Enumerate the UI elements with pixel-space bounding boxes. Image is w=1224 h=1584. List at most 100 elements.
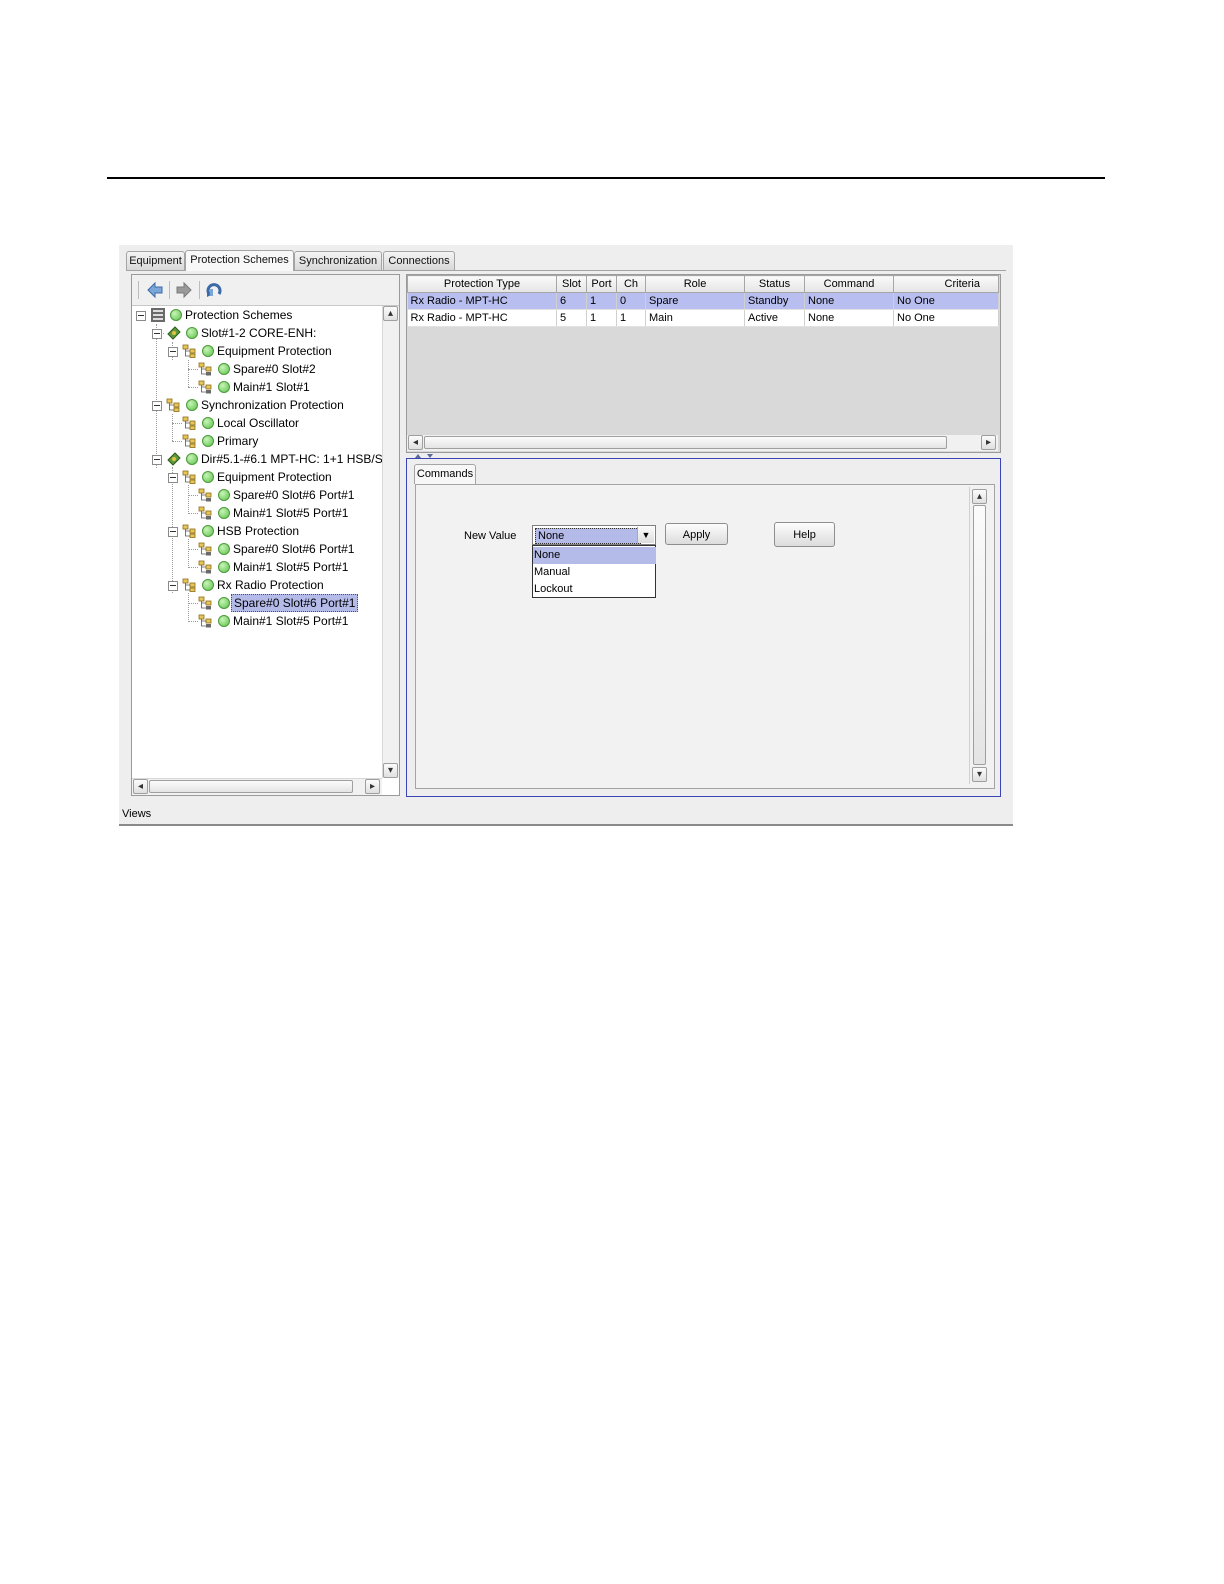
status-ok-icon <box>218 615 230 627</box>
commands-vertical-scrollbar[interactable]: ▴ ▾ <box>969 487 990 784</box>
status-ok-icon <box>218 363 230 375</box>
back-arrow-icon[interactable] <box>145 280 165 300</box>
tree-panel: Protection Schemes Slot#1-2 CORE-ENH: Eq… <box>131 274 400 796</box>
refresh-icon[interactable] <box>204 280 224 300</box>
tree-node-label: Spare#0 Slot#6 Port#1 <box>231 594 359 612</box>
tree-node-hsb-main[interactable]: Main#1 Slot#5 Port#1 <box>132 558 382 576</box>
collapse-icon[interactable] <box>136 311 146 321</box>
tab-synchronization[interactable]: Synchronization <box>294 251 382 270</box>
option-manual[interactable]: Manual <box>533 564 656 581</box>
column-header-criteria[interactable]: Criteria <box>893 275 999 293</box>
column-header-slot[interactable]: Slot <box>556 275 587 293</box>
scroll-down-button[interactable]: ▾ <box>972 767 987 782</box>
forward-arrow-icon[interactable] <box>174 280 194 300</box>
tree-node-hsb-spare[interactable]: Spare#0 Slot#6 Port#1 <box>132 540 382 558</box>
scroll-right-button[interactable]: ▸ <box>981 435 996 450</box>
collapse-icon[interactable] <box>152 329 162 339</box>
column-header-command[interactable]: Command <box>804 275 894 293</box>
collapse-icon[interactable] <box>168 473 178 483</box>
scroll-left-button[interactable]: ◂ <box>133 779 148 794</box>
tree-node-primary[interactable]: Primary <box>132 432 382 450</box>
collapse-icon[interactable] <box>152 455 162 465</box>
table-cell: 1 <box>586 309 617 327</box>
column-header-protection-type[interactable]: Protection Type <box>407 275 557 293</box>
table-horizontal-scrollbar[interactable]: ◂ ▸ <box>407 434 998 451</box>
option-none[interactable]: None <box>533 547 656 564</box>
table-cell: Spare <box>645 292 745 310</box>
apply-button[interactable]: Apply <box>665 523 728 545</box>
table-cell: 0 <box>616 292 646 310</box>
tab-connections[interactable]: Connections <box>383 251 455 270</box>
table-cell: Rx Radio - MPT-HC <box>407 309 557 327</box>
tree-node-equipment-protection[interactable]: Equipment Protection <box>132 342 382 360</box>
tree-node-hsb-protection[interactable]: HSB Protection <box>132 522 382 540</box>
table-cell: 5 <box>556 309 587 327</box>
new-value-select[interactable]: None ▼ <box>532 525 656 545</box>
scroll-left-button[interactable]: ◂ <box>408 435 423 450</box>
column-header-ch[interactable]: Ch <box>616 275 646 293</box>
collapse-icon[interactable] <box>168 527 178 537</box>
tree-node-root[interactable]: Protection Schemes <box>132 306 382 324</box>
tree-node-rx-main[interactable]: Main#1 Slot#5 Port#1 <box>132 612 382 630</box>
chevron-down-icon[interactable]: ▼ <box>637 527 654 543</box>
option-lockout[interactable]: Lockout <box>533 581 656 598</box>
tree-node-sync-protection[interactable]: Synchronization Protection <box>132 396 382 414</box>
protection-member-icon <box>198 506 212 520</box>
tree-node-main-slot5-port1[interactable]: Main#1 Slot#5 Port#1 <box>132 504 382 522</box>
status-ok-icon <box>218 561 230 573</box>
scroll-thumb[interactable] <box>424 436 947 449</box>
tab-equipment[interactable]: Equipment <box>126 251 185 270</box>
collapse-icon[interactable] <box>152 401 162 411</box>
protection-tree: Protection Schemes Slot#1-2 CORE-ENH: Eq… <box>132 306 382 778</box>
table-cell: None <box>804 292 894 310</box>
scroll-right-button[interactable]: ▸ <box>365 779 380 794</box>
tree-node-label: Spare#0 Slot#6 Port#1 <box>233 488 355 502</box>
collapse-icon[interactable] <box>168 347 178 357</box>
tree-node-spare-slot6-port1[interactable]: Spare#0 Slot#6 Port#1 <box>132 486 382 504</box>
tree-node-label: Synchronization Protection <box>201 398 344 412</box>
tree-node-dir-5-1[interactable]: Dir#5.1-#6.1 MPT-HC: 1+1 HSB/S <box>132 450 382 468</box>
tree-node-spare-slot2[interactable]: Spare#0 Slot#2 <box>132 360 382 378</box>
scroll-down-button[interactable]: ▾ <box>383 763 398 778</box>
tree-node-label: Equipment Protection <box>217 344 332 358</box>
table-row[interactable]: Rx Radio - MPT-HC 6 1 0 Spare Standby No… <box>407 292 999 310</box>
tree-node-local-oscillator[interactable]: Local Oscillator <box>132 414 382 432</box>
tree-node-label: Main#1 Slot#5 Port#1 <box>233 614 349 628</box>
scroll-thumb[interactable] <box>973 505 986 765</box>
table-cell: 6 <box>556 292 587 310</box>
status-ok-icon <box>186 399 198 411</box>
tree-node-label: Dir#5.1-#6.1 MPT-HC: 1+1 HSB/S <box>201 452 382 466</box>
tree-node-rx-spare-selected[interactable]: Spare#0 Slot#6 Port#1 <box>132 594 382 612</box>
protection-member-icon <box>198 596 212 610</box>
tab-protection-schemes[interactable]: Protection Schemes <box>185 250 294 271</box>
collapse-icon[interactable] <box>168 581 178 591</box>
help-button[interactable]: Help <box>774 522 835 547</box>
column-header-port[interactable]: Port <box>586 275 617 293</box>
protection-group-icon <box>182 524 196 538</box>
scroll-up-button[interactable]: ▴ <box>383 306 398 321</box>
tree-node-label: Main#1 Slot#5 Port#1 <box>233 560 349 574</box>
tab-commands[interactable]: Commands <box>414 464 476 484</box>
status-ok-icon <box>202 579 214 591</box>
column-header-status[interactable]: Status <box>744 275 805 293</box>
tree-horizontal-scrollbar[interactable]: ◂ ▸ <box>132 778 382 795</box>
table-row[interactable]: Rx Radio - MPT-HC 5 1 1 Main Active None… <box>407 309 999 327</box>
tree-vertical-scrollbar[interactable]: ▴ ▾ <box>382 306 399 778</box>
status-ok-icon <box>218 381 230 393</box>
status-ok-icon <box>218 507 230 519</box>
tree-node-main-slot1[interactable]: Main#1 Slot#1 <box>132 378 382 396</box>
scroll-up-button[interactable]: ▴ <box>972 489 987 504</box>
tree-node-rx-radio-protection[interactable]: Rx Radio Protection <box>132 576 382 594</box>
protection-member-icon <box>198 380 212 394</box>
status-bar-views: Views <box>122 808 152 820</box>
status-ok-icon <box>202 471 214 483</box>
column-header-role[interactable]: Role <box>645 275 745 293</box>
scroll-thumb[interactable] <box>149 780 353 793</box>
toolbar-separator <box>199 281 200 299</box>
protection-group-icon <box>182 470 196 484</box>
tree-toolbar <box>132 275 399 306</box>
tree-node-slot-1-2[interactable]: Slot#1-2 CORE-ENH: <box>132 324 382 342</box>
status-ok-icon <box>202 435 214 447</box>
page-rule <box>107 177 1105 179</box>
tree-node-equipment-protection-2[interactable]: Equipment Protection <box>132 468 382 486</box>
